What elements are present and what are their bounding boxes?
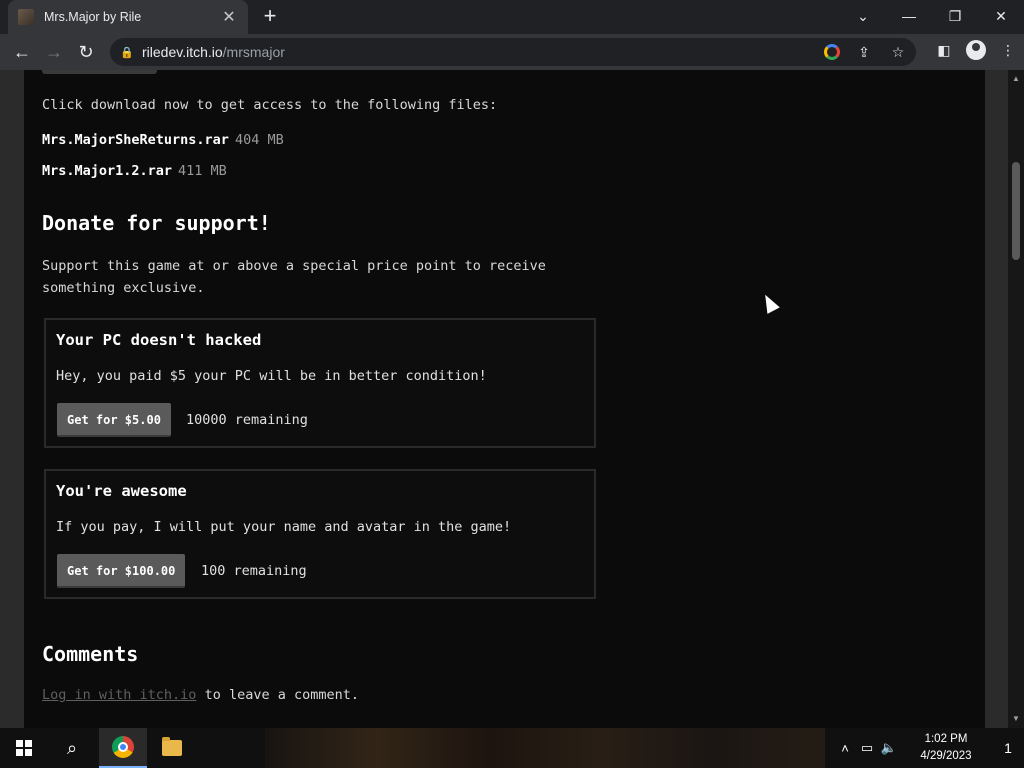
buy-reward-button[interactable]: Get for $100.00 — [57, 554, 186, 588]
search-icon[interactable]: ⌕ — [48, 728, 96, 768]
reward-description: If you pay, I will put your name and ava… — [56, 519, 512, 535]
reload-icon[interactable]: ↻ — [74, 40, 98, 64]
notification-count: 1 — [1004, 740, 1012, 756]
reward-title: Your PC doesn't hacked — [56, 331, 262, 349]
share-icon[interactable]: ⇪ — [854, 42, 874, 62]
login-link[interactable]: Log in with itch.io — [42, 687, 196, 703]
tab-favicon-icon — [18, 9, 34, 25]
download-now-button[interactable] — [42, 70, 157, 74]
url-host: riledev.itch.io — [142, 44, 223, 60]
reward-card: Your PC doesn't hacked Hey, you paid $5 … — [44, 318, 596, 448]
file-name: Mrs.Major1.2.rar — [42, 163, 173, 179]
lock-icon[interactable]: 🔒 — [120, 46, 134, 59]
back-arrow-icon[interactable]: ← — [10, 40, 34, 64]
download-intro-text: Click download now to get access to the … — [42, 97, 498, 113]
clock[interactable]: 1:02 PM 4/29/2023 — [906, 731, 986, 765]
menu-icon[interactable]: ⋮ — [998, 40, 1018, 60]
game-page-column: Click download now to get access to the … — [24, 70, 985, 728]
tab-close-icon[interactable]: ✕ — [220, 7, 238, 27]
address-bar[interactable]: 🔒 riledev.itch.io /mrsmajor ⇪ ☆ — [110, 38, 916, 66]
close-window-button[interactable]: ✕ — [978, 0, 1024, 32]
taskbar-background-strip — [265, 728, 825, 768]
reward-remaining: 100 remaining — [201, 563, 307, 579]
tab-title: Mrs.Major by Rile — [44, 10, 142, 24]
comment-login-prompt: Log in with itch.io to leave a comment. — [42, 687, 359, 703]
file-row: Mrs.Major1.2.rar 411 MB — [42, 163, 227, 179]
file-row: Mrs.MajorSheReturns.rar 404 MB — [42, 132, 284, 148]
new-tab-button[interactable]: + — [258, 4, 282, 28]
start-button[interactable] — [0, 728, 48, 768]
support-text: Support this game at or above a special … — [42, 258, 546, 296]
scrollbar-thumb[interactable] — [1012, 162, 1020, 260]
system-tray: ˄ ▭ 🔈 1:02 PM 4/29/2023 1 — [834, 728, 1024, 768]
notification-center-icon[interactable]: 1 — [992, 728, 1024, 768]
file-name: Mrs.MajorSheReturns.rar — [42, 132, 229, 148]
chrome-icon — [112, 736, 134, 758]
forward-arrow-icon[interactable]: → — [42, 40, 66, 64]
tray-chevron-icon[interactable]: ˄ — [834, 741, 856, 756]
clock-time: 1:02 PM — [924, 733, 968, 745]
profile-icon[interactable] — [966, 40, 986, 60]
comments-heading: Comments — [42, 642, 139, 666]
star-icon[interactable]: ☆ — [888, 42, 908, 62]
windows-icon — [16, 740, 32, 756]
scroll-up-icon[interactable]: ▲ — [1008, 72, 1024, 86]
donate-heading: Donate for support! — [42, 211, 271, 235]
reward-remaining: 10000 remaining — [186, 412, 308, 428]
clock-date: 4/29/2023 — [920, 750, 972, 762]
folder-icon — [162, 737, 182, 756]
file-explorer-button[interactable] — [148, 728, 196, 768]
reward-description: Hey, you paid $5 your PC will be in bett… — [56, 368, 487, 384]
restore-button[interactable]: ❐ — [932, 0, 978, 32]
file-size: 404 MB — [234, 132, 284, 148]
reward-card: You're awesome If you pay, I will put yo… — [44, 469, 596, 599]
file-size: 411 MB — [178, 163, 227, 179]
volume-icon[interactable]: 🔈 — [878, 740, 900, 756]
tab-strip: Mrs.Major by Rile ✕ + ⌄ — ❐ ✕ — [0, 0, 1024, 34]
browser-toolbar: ← → ↻ 🔒 riledev.itch.io /mrsmajor ⇪ ☆ ◧ … — [0, 34, 1024, 70]
page-viewport: Click download now to get access to the … — [0, 70, 1008, 728]
scroll-down-icon[interactable]: ▼ — [1008, 712, 1024, 726]
google-icon[interactable] — [824, 44, 840, 60]
tab-search-chevron-icon[interactable]: ⌄ — [840, 0, 886, 32]
login-suffix: to leave a comment. — [196, 687, 359, 703]
browser-tab[interactable]: Mrs.Major by Rile ✕ — [8, 0, 248, 34]
windows-taskbar: ⌕ ˄ ▭ 🔈 1:02 PM 4/29/2023 1 — [0, 728, 1024, 768]
buy-reward-button[interactable]: Get for $5.00 — [57, 403, 171, 437]
minimize-button[interactable]: — — [886, 0, 932, 32]
page-scrollbar[interactable]: ▲ ▼ — [1008, 70, 1024, 728]
chrome-taskbar-button[interactable] — [99, 728, 147, 768]
sidebar-icon[interactable]: ◧ — [934, 40, 954, 60]
reward-title: You're awesome — [56, 482, 187, 500]
url-path: /mrsmajor — [222, 44, 285, 60]
network-icon[interactable]: ▭ — [856, 740, 878, 756]
